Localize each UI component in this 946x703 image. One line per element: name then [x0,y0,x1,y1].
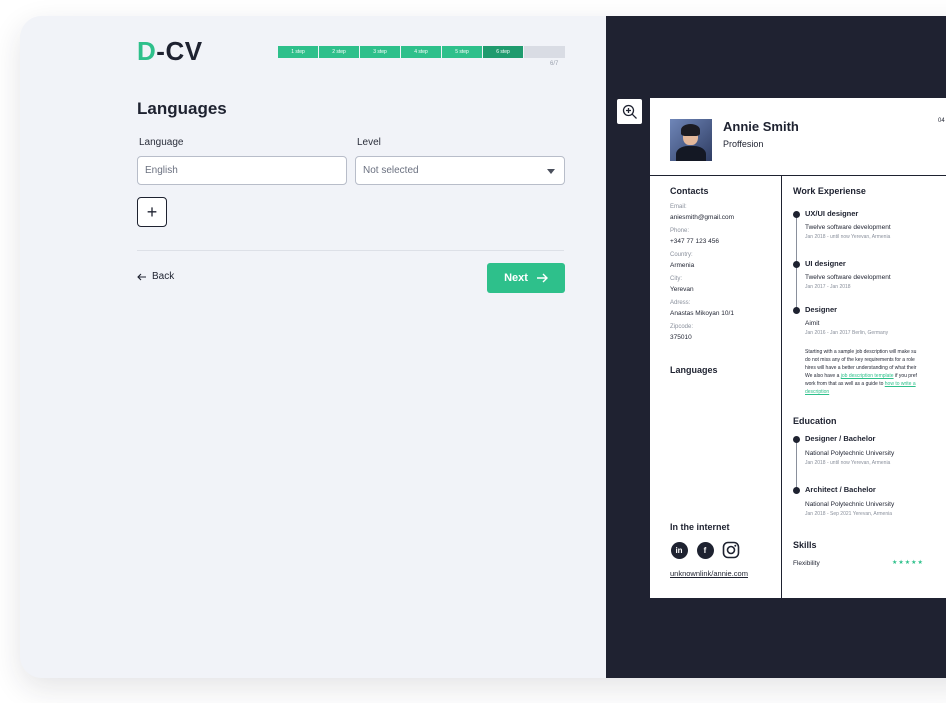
logo: D-CV [137,36,203,67]
level-label: Level [357,137,381,148]
desc-line: description [805,388,946,396]
desc-text: if you pref [893,373,917,379]
job-meta: Jan 2018 - until now Yerevan, Armenia [805,234,891,240]
form-panel: D-CV 1 step 2 step 3 step 4 step 5 step … [20,16,606,678]
progress-step-1: 1 step [278,46,319,58]
phone-value: +347 77 123 456 [670,238,719,245]
desc-line: hires will have a better understanding o… [805,365,917,371]
email-label: Email: [670,204,687,210]
job-company: Aimit [805,320,820,327]
job-company: Twelve software development [805,274,891,281]
country-value: Armenia [670,262,695,269]
skill-name: Flexibility [793,560,820,567]
education-title: Education [793,416,837,426]
instagram-icon[interactable] [722,541,740,559]
cv-profession: Proffesion [723,139,764,149]
school-name: National Polytechnic University [805,501,895,508]
zip-label: Zipcode: [670,324,694,330]
language-input[interactable]: English [137,156,347,185]
back-button[interactable]: Back [137,271,174,282]
languages-title: Languages [670,365,718,375]
job-meta: Jan 2016 - Jan 2017 Berlin, Germany [805,330,889,336]
profile-link[interactable]: unknownlink/annie.com [670,569,748,578]
desc-text: We also have a [805,373,841,379]
city-label: City: [670,276,682,282]
skills-title: Skills [793,540,817,550]
timeline-dot [793,211,800,218]
email-value: aniesmith@gmail.com [670,214,735,221]
zoom-in-button[interactable] [617,99,642,124]
back-label: Back [152,271,175,282]
cv-name: Annie Smith [723,119,799,134]
timeline-dot [793,436,800,443]
divider [137,250,564,251]
arrow-left-icon [137,273,146,280]
app-card: D-CV 1 step 2 step 3 step 4 step 5 step … [20,16,946,678]
column-divider [781,176,782,598]
job-meta: Jan 2017 - Jan 2018 [805,284,851,290]
desc-line: We also have a job description template … [805,372,946,380]
zoom-in-icon [622,104,637,119]
contacts-title: Contacts [670,186,709,196]
progress-step-5: 5 step [442,46,483,58]
cv-header: Annie Smith Proffesion 04 [650,98,946,176]
level-select[interactable]: Not selected [355,156,565,185]
degree-title: Architect / Bachelor [805,485,876,494]
phone-label: Phone: [670,228,690,234]
progress-bar: 1 step 2 step 3 step 4 step 5 step 6 ste… [278,46,565,58]
guide-link[interactable]: how to write a [885,381,916,387]
skill-stars: ★★★★★ [892,560,924,566]
desc-line: do not miss any of the key requirements … [805,357,915,363]
address-value: Anastas Mikoyan 10/1 [670,310,734,317]
progress-counter: 6/7 [550,61,559,67]
language-label: Language [139,137,184,148]
page-title: Languages [137,99,227,118]
education-timeline [796,440,797,491]
template-link[interactable]: job description template [841,373,894,379]
add-language-button[interactable]: + [137,197,167,227]
preview-panel: Annie Smith Proffesion 04 Contacts Email… [606,16,946,678]
internet-title: In the internet [670,522,730,532]
progress-step-3: 3 step [360,46,401,58]
degree-meta: Jan 2018 - Sep 2021 Yerevan, Armenia [805,511,893,517]
degree-title: Designer / Bachelor [805,434,876,443]
school-name: National Polytechnic University [805,450,895,457]
progress-step-2: 2 step [319,46,360,58]
timeline-dot [793,487,800,494]
timeline-dot [793,261,800,268]
desc-line: work from that as well as a guide to how… [805,380,946,388]
job-company: Twelve software development [805,224,891,231]
work-title: Work Experiense [793,186,866,196]
next-button[interactable]: Next [487,263,565,293]
progress-step-4: 4 step [401,46,442,58]
linkedin-icon[interactable]: in [670,541,688,559]
progress-step-6: 6 step [483,46,524,58]
country-label: Country: [670,252,693,258]
degree-meta: Jan 2018 - until now Yerevan, Armenia [805,460,891,466]
address-label: Adress: [670,300,691,306]
avatar [670,119,712,161]
desc-line: Starting with a sample job description w… [805,349,917,355]
level-select-value: Not selected [363,165,419,176]
logo-rest: -CV [156,36,203,66]
desc-text: work from that as well as a guide to [805,381,885,387]
next-label: Next [504,272,528,284]
timeline-dot [793,307,800,314]
chevron-down-icon [547,169,555,174]
zip-value: 375010 [670,334,692,341]
cv-corner-text: 04 [938,118,945,124]
job-title: Designer [805,305,838,314]
job-description: Starting with a sample job description w… [805,348,946,396]
facebook-icon[interactable]: f [696,541,714,559]
job-title: UI designer [805,259,846,268]
cv-preview: Annie Smith Proffesion 04 Contacts Email… [650,98,946,598]
logo-d: D [137,36,157,66]
guide-link[interactable]: description [805,389,829,395]
job-title: UX/UI designer [805,209,859,218]
arrow-right-icon [536,273,548,283]
city-value: Yerevan [670,286,694,293]
